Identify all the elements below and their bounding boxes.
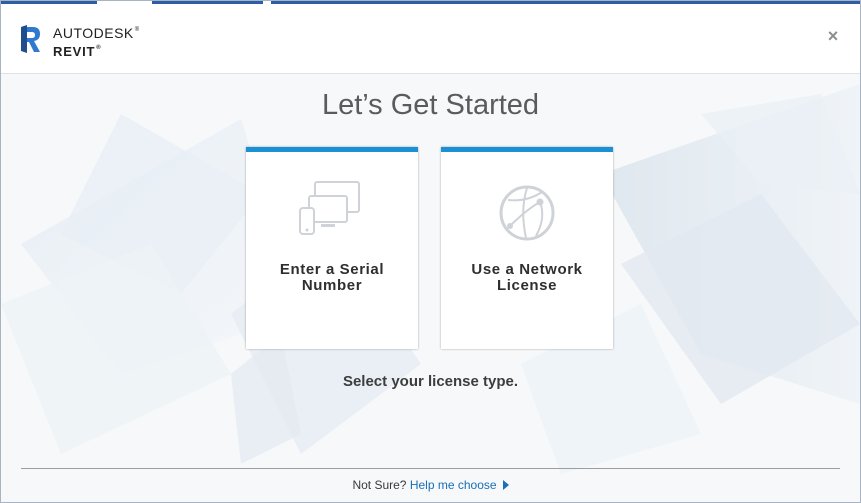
footer: Not Sure? Help me choose: [1, 478, 860, 492]
header-bar: AUTODESK® REVIT® ×: [1, 4, 860, 74]
background-artwork: [1, 74, 860, 502]
help-me-choose-link[interactable]: Help me choose: [410, 478, 509, 492]
arrow-right-icon: [502, 480, 509, 490]
license-type-hint: Select your license type.: [342, 373, 519, 390]
page-title: Let’s Get Started: [321, 89, 540, 121]
close-button[interactable]: ×: [825, 27, 841, 45]
network-globe-icon: [499, 185, 555, 241]
revit-logo-icon: [21, 25, 40, 53]
not-sure-text: Not Sure?: [352, 478, 407, 492]
brand-autodesk: AUTODESK: [53, 25, 134, 41]
serial-number-card[interactable]: Enter a Serial Number: [246, 147, 418, 349]
footer-divider: [21, 468, 840, 469]
serial-number-label: Enter a Serial Number: [279, 261, 385, 294]
license-dialog: AUTODESK® REVIT® × Let’s Get Started Ent…: [0, 0, 861, 503]
brand-product: REVIT: [53, 44, 96, 59]
help-link-label: Help me choose: [409, 478, 497, 492]
brand-wordmark: AUTODESK® REVIT®: [53, 25, 140, 60]
devices-icon: [299, 181, 360, 235]
network-license-label: Use a Network License: [471, 261, 583, 294]
network-license-card[interactable]: Use a Network License: [441, 147, 613, 349]
